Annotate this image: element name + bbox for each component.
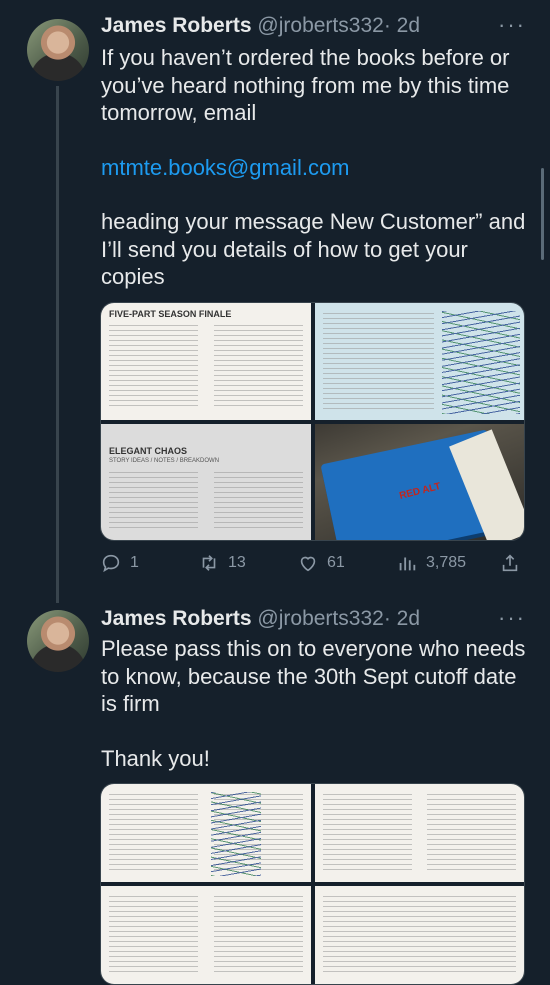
views-icon [399, 557, 416, 571]
tweet-text-line: heading your message New Customer” and I… [101, 209, 526, 289]
avatar[interactable] [27, 610, 89, 672]
tweet-text-line: Please pass this on to everyone who need… [101, 636, 526, 716]
timestamp[interactable]: · 2d [384, 607, 420, 630]
media-grid[interactable] [100, 783, 525, 985]
tweet-header: James Roberts @jroberts332· 2d [101, 607, 420, 631]
page-text-lines [322, 896, 516, 974]
media-image-3[interactable]: ELEGANT CHAOS STORY IDEAS / NOTES / BREA… [101, 423, 311, 540]
page-text-lines [109, 471, 303, 530]
retweet-count: 13 [228, 554, 246, 571]
media-image-2[interactable] [314, 303, 524, 420]
tweet-text: Please pass this on to everyone who need… [101, 635, 531, 772]
media-page-subtitle: STORY IDEAS / NOTES / BREAKDOWN [109, 457, 220, 464]
share-icon [502, 554, 518, 572]
media-image-4[interactable] [314, 886, 524, 984]
tweet-text-line: Thank you! [101, 745, 210, 771]
retweet-button[interactable]: 13 [198, 552, 246, 574]
views-button[interactable]: 3,785 [396, 552, 466, 574]
media-page-title: FIVE-PART SEASON FINALE [109, 309, 232, 319]
tweet-header: James Roberts @jroberts332· 2d [101, 14, 420, 38]
page-text-lines [109, 794, 303, 872]
author-handle[interactable]: @jroberts332 [257, 607, 383, 630]
reply-button[interactable]: 1 [100, 552, 139, 574]
page-text-lines [322, 313, 434, 410]
media-page-title: ELEGANT CHAOS [109, 445, 188, 456]
handwritten-notes [442, 311, 520, 414]
tweet-1[interactable]: James Roberts @jroberts332· 2d ··· If yo… [0, 0, 550, 603]
page-text-lines [109, 896, 303, 974]
more-options-icon[interactable]: ··· [498, 605, 526, 631]
media-image-1[interactable]: FIVE-PART SEASON FINALE [101, 303, 311, 420]
tweet-2[interactable]: James Roberts @jroberts332· 2d ··· Pleas… [0, 600, 550, 985]
media-grid[interactable]: FIVE-PART SEASON FINALE ELEGANT CHAOS ST… [100, 302, 525, 541]
author-handle[interactable]: @jroberts332 [257, 14, 383, 37]
share-button[interactable] [499, 552, 521, 574]
like-count: 61 [327, 554, 345, 571]
tweet-text: If you haven’t ordered the books before … [101, 44, 531, 291]
author-name[interactable]: James Roberts [101, 14, 252, 37]
author-name[interactable]: James Roberts [101, 607, 252, 630]
retweet-icon [202, 555, 216, 571]
views-count: 3,785 [426, 554, 467, 571]
tweet-actions: 1 13 61 3,785 [100, 552, 530, 578]
avatar[interactable] [27, 19, 89, 81]
scrollbar[interactable] [541, 168, 544, 260]
reply-count: 1 [130, 554, 139, 571]
more-options-icon[interactable]: ··· [498, 12, 526, 38]
heart-icon [300, 556, 316, 572]
reply-icon [102, 554, 120, 573]
media-image-3[interactable] [101, 886, 311, 984]
thread-line [56, 86, 59, 603]
timestamp[interactable]: · 2d [384, 14, 420, 37]
media-image-4[interactable]: RED ALT [314, 423, 524, 540]
page-text-lines [109, 325, 303, 410]
like-button[interactable]: 61 [297, 552, 345, 574]
media-image-2[interactable] [314, 784, 524, 882]
tweet-text-line: If you haven’t ordered the books before … [101, 45, 510, 125]
email-link[interactable]: mtmte.books@gmail.com [101, 155, 350, 180]
handwritten-notes [211, 792, 261, 876]
page-text-lines [322, 794, 516, 872]
media-image-1[interactable] [101, 784, 311, 882]
